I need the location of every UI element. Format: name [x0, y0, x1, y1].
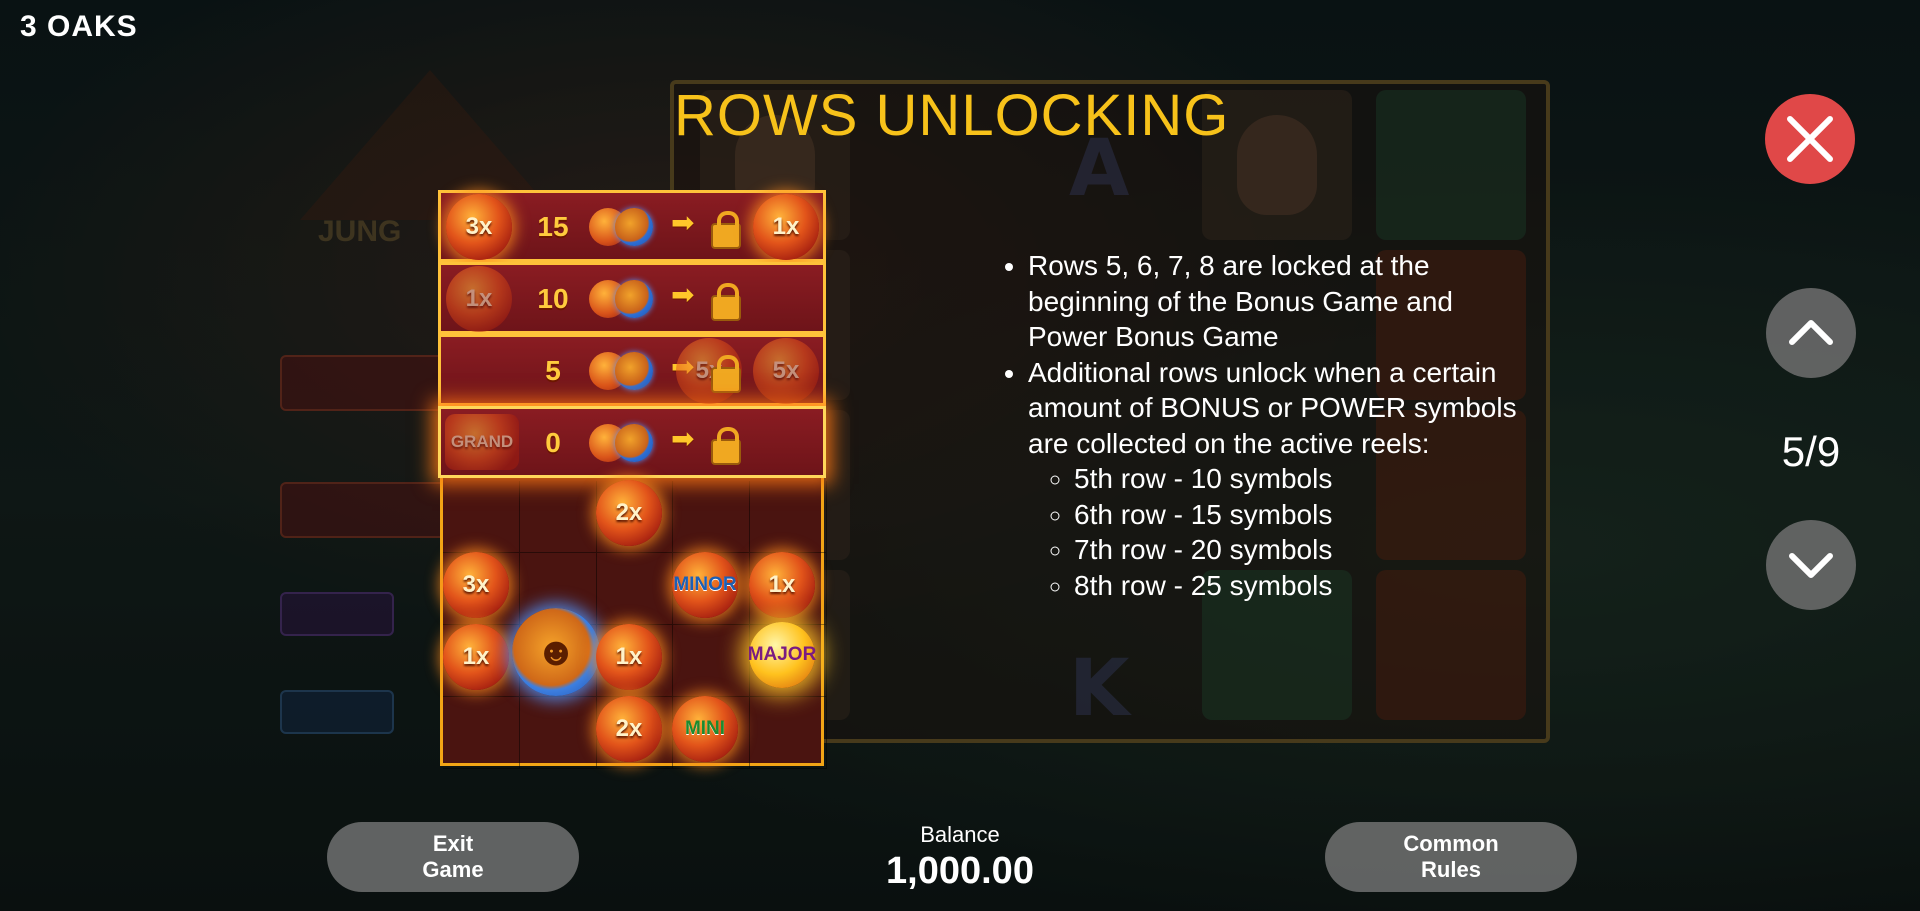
bonus-symbol: 1x [596, 624, 662, 690]
bonus-symbol: 1x [446, 266, 512, 332]
bonus-symbol: 2x [596, 696, 662, 762]
row-count: 15 [537, 211, 569, 242]
power-symbol-icon: ☻ [512, 608, 600, 696]
bonus-symbol: 5x [753, 338, 819, 404]
power-coin-icon [615, 208, 653, 246]
lock-icon [711, 211, 741, 249]
grand-symbol: GRAND [445, 414, 519, 470]
rule-bullet: Additional rows unlock when a certain am… [1028, 355, 1530, 604]
rule-bullet: Rows 5, 6, 7, 8 are locked at the beginn… [1028, 248, 1530, 355]
bonus-symbol: 3x [443, 552, 509, 618]
balance-label: Balance [920, 822, 1000, 847]
balance-display: Balance 1,000.00 [860, 822, 1060, 893]
major-symbol: MAJOR [748, 622, 816, 688]
locked-row-5: GRAND 0 ➡ [438, 406, 826, 478]
bonus-symbol: 3x [446, 194, 512, 260]
chevron-down-icon [1789, 553, 1833, 578]
rules-text: Rows 5, 6, 7, 8 are locked at the beginn… [990, 248, 1530, 603]
rows-unlocking-illustration: 3x 15 ➡ 1x 1x 10 ➡ 5 ➡ 5x 5x GRAND 0 ➡ 2… [438, 190, 828, 770]
bonus-symbol: 1x [749, 552, 815, 618]
locked-row-8: 3x 15 ➡ 1x [438, 190, 826, 262]
row-count: 0 [545, 427, 561, 458]
power-coin-icon [615, 280, 653, 318]
rule-sub-item: 8th row - 25 symbols [1074, 568, 1530, 604]
locked-row-7: 1x 10 ➡ [438, 262, 826, 334]
row-count: 10 [537, 283, 569, 314]
close-button[interactable] [1765, 94, 1855, 184]
rule-sub-item: 7th row - 20 symbols [1074, 532, 1530, 568]
power-coin-icon [615, 424, 653, 462]
arrow-right-icon: ➡ [671, 423, 695, 454]
page-title: ROWS UNLOCKING [674, 83, 1230, 148]
rule-sub-item: 6th row - 15 symbols [1074, 497, 1530, 533]
arrow-right-icon: ➡ [671, 207, 695, 238]
power-coin-icon [615, 352, 653, 390]
close-icon [1787, 116, 1833, 162]
arrow-right-icon: ➡ [671, 279, 695, 310]
bonus-symbol: 1x [443, 624, 509, 690]
rule-sub-item: 5th row - 10 symbols [1074, 461, 1530, 497]
bonus-symbol: 1x [753, 194, 819, 260]
lock-icon [711, 427, 741, 465]
balance-value: 1,000.00 [886, 850, 1034, 892]
lock-icon [711, 355, 741, 393]
chevron-up-icon [1789, 320, 1833, 345]
next-page-button[interactable] [1766, 520, 1856, 610]
mini-symbol: MINI [672, 696, 738, 762]
bonus-symbol: 2x [596, 480, 662, 546]
previous-page-button[interactable] [1766, 288, 1856, 378]
common-rules-button[interactable]: Common Rules [1325, 822, 1577, 892]
minor-symbol: MINOR [672, 552, 738, 618]
exit-game-button[interactable]: Exit Game [327, 822, 579, 892]
page-indicator: 5/9 [1781, 428, 1841, 475]
rule-bullet-text: Additional rows unlock when a certain am… [1028, 356, 1517, 459]
lock-icon [711, 283, 741, 321]
row-count: 5 [545, 355, 561, 386]
brand-logo: 3 OAKS [20, 10, 138, 43]
locked-row-6: 5 ➡ 5x 5x [438, 334, 826, 406]
